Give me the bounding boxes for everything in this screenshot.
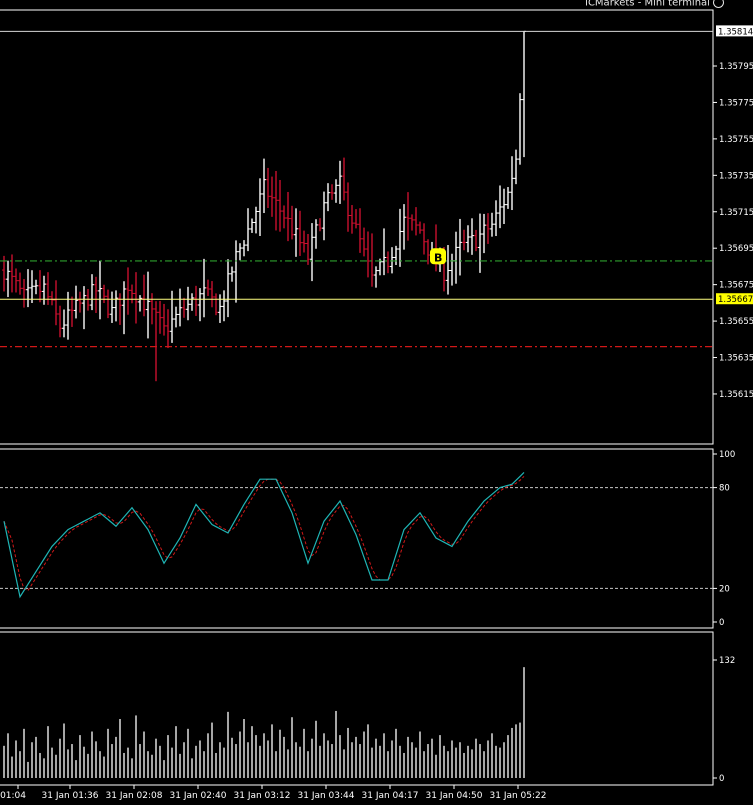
stochastic-signal-line [3,476,525,592]
volume-bars [3,667,525,778]
stochastic-tick-label: 100 [719,450,735,460]
buy-marker-label: B [434,251,442,264]
time-tick-label: 31 Jan 02:08 [106,791,163,801]
price-tick-label: 1.35675 [719,281,753,291]
time-tick-label: 31 Jan 04:50 [426,791,483,801]
price-tick-label: 1.35755 [719,135,753,145]
time-tick-label: 31 Jan 03:12 [234,791,291,801]
price-tick-label: 1.35635 [719,354,753,364]
time-tick-label: 31 Jan 01:36 [42,791,99,801]
price-tick-label: 1.35695 [719,244,753,254]
price-tick-label: 1.35615 [719,390,753,400]
time-tick-label: 31 Jan 04:17 [362,791,419,801]
time-tick-label: 01:04 [0,791,26,801]
stochastic-tick-label: 0 [719,618,724,628]
stochastic-panel-frame [0,448,714,629]
volume-tick-label: 0 [719,774,724,784]
time-tick-label: 31 Jan 02:40 [170,791,227,801]
stochastic-tick-label: 20 [719,584,730,594]
price-tick-label: 1.35735 [719,171,753,181]
price-tick-label: 1.35655 [719,317,753,327]
price-bars [2,30,526,382]
time-tick-label: 31 Jan 05:22 [490,791,547,801]
price-badge-label: 1.35667 [718,295,753,305]
time-tick-label: 31 Jan 03:44 [298,791,355,801]
price-tick-label: 1.35715 [719,208,753,218]
price-badge-label: 1.35814 [718,27,753,37]
stochastic-main-line [3,472,525,599]
stochastic-tick-label: 80 [719,484,730,494]
price-tick-label: 1.35775 [719,98,753,108]
price-tick-label: 1.35795 [719,62,753,72]
volume-tick-label: 132 [719,656,735,666]
chart-canvas[interactable]: 1.35795 1.35775 1.35755 1.35735 1.35715 1.356… [0,0,753,805]
